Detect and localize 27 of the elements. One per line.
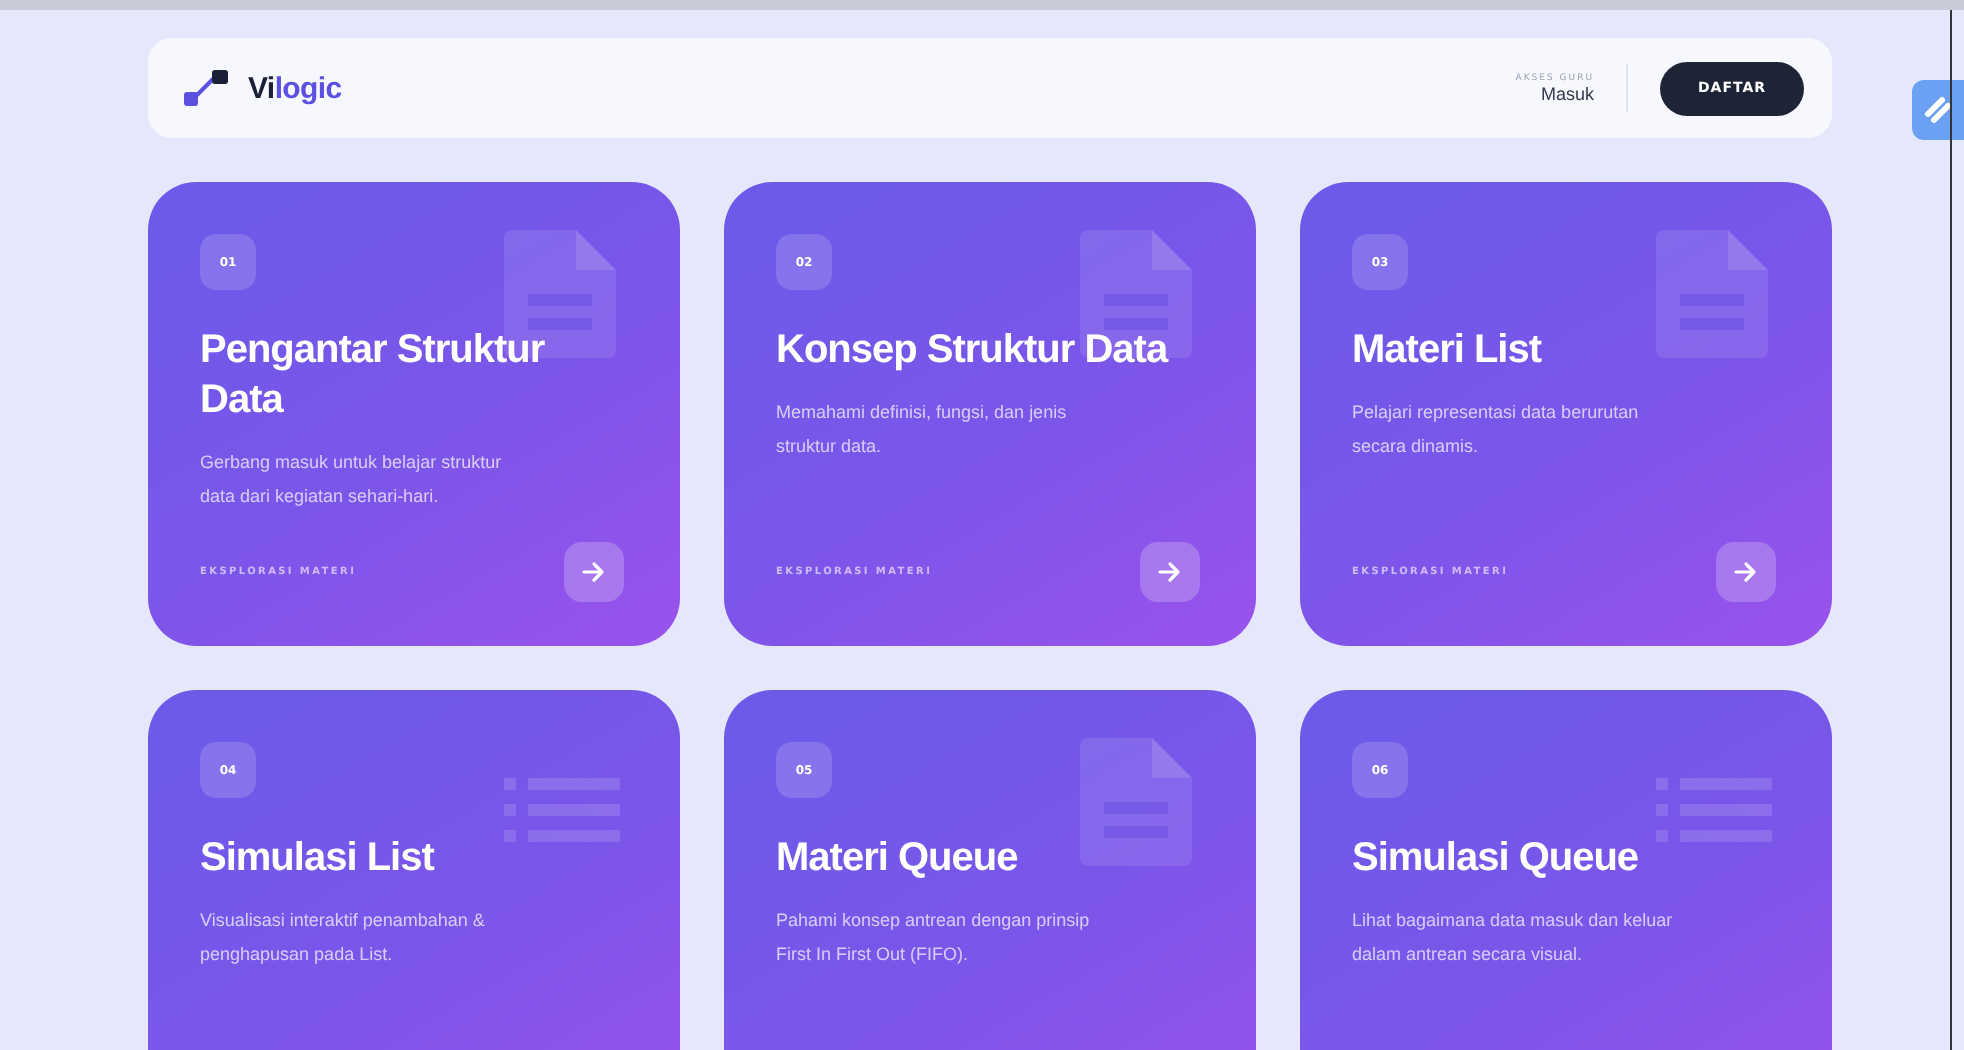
logo-icon [184, 70, 232, 106]
card-description: Memahami definisi, fungsi, dan jenis struktur data. [776, 400, 1069, 460]
card-title: Simulasi List [200, 834, 437, 884]
card-description: Pahami konsep antrean dengan prinsip First In First Out (FIFO). [776, 908, 1092, 968]
card-description: Visualisasi interaktif penambahan & penghapusan pada List. [200, 908, 487, 968]
card-description: Pelajari representasi data berurutan secara dinamis. [1352, 400, 1641, 460]
arrow-right-icon [582, 560, 606, 584]
card-title: Simulasi Queue [1352, 834, 1641, 884]
arrow-button[interactable] [564, 542, 624, 602]
list-icon [1656, 778, 1772, 842]
logo-text[interactable]: Vilogic [248, 71, 342, 105]
card-title: Pengantar Struktur Data [200, 326, 547, 426]
arrow-right-icon [1734, 560, 1758, 584]
document-icon [1080, 738, 1192, 866]
card-title: Konsep Struktur Data [776, 326, 1171, 376]
link-icon [1922, 94, 1954, 126]
arrow-right-icon [1158, 560, 1182, 584]
card-description: Lihat bagaimana data masuk dan keluar dalam antrean secara visual. [1352, 908, 1675, 968]
list-icon [504, 778, 620, 842]
card-description: Gerbang masuk untuk belajar struktur data dari kegiatan sehari-hari. [200, 450, 504, 510]
login-link[interactable]: Masuk [1540, 83, 1594, 103]
card-title: Materi List [1352, 326, 1544, 376]
floating-widget-button[interactable] [1912, 80, 1964, 140]
card-title: Materi Queue [776, 834, 1020, 884]
document-icon [1656, 230, 1768, 358]
arrow-button[interactable] [1140, 542, 1200, 602]
arrow-button[interactable] [1716, 542, 1776, 602]
